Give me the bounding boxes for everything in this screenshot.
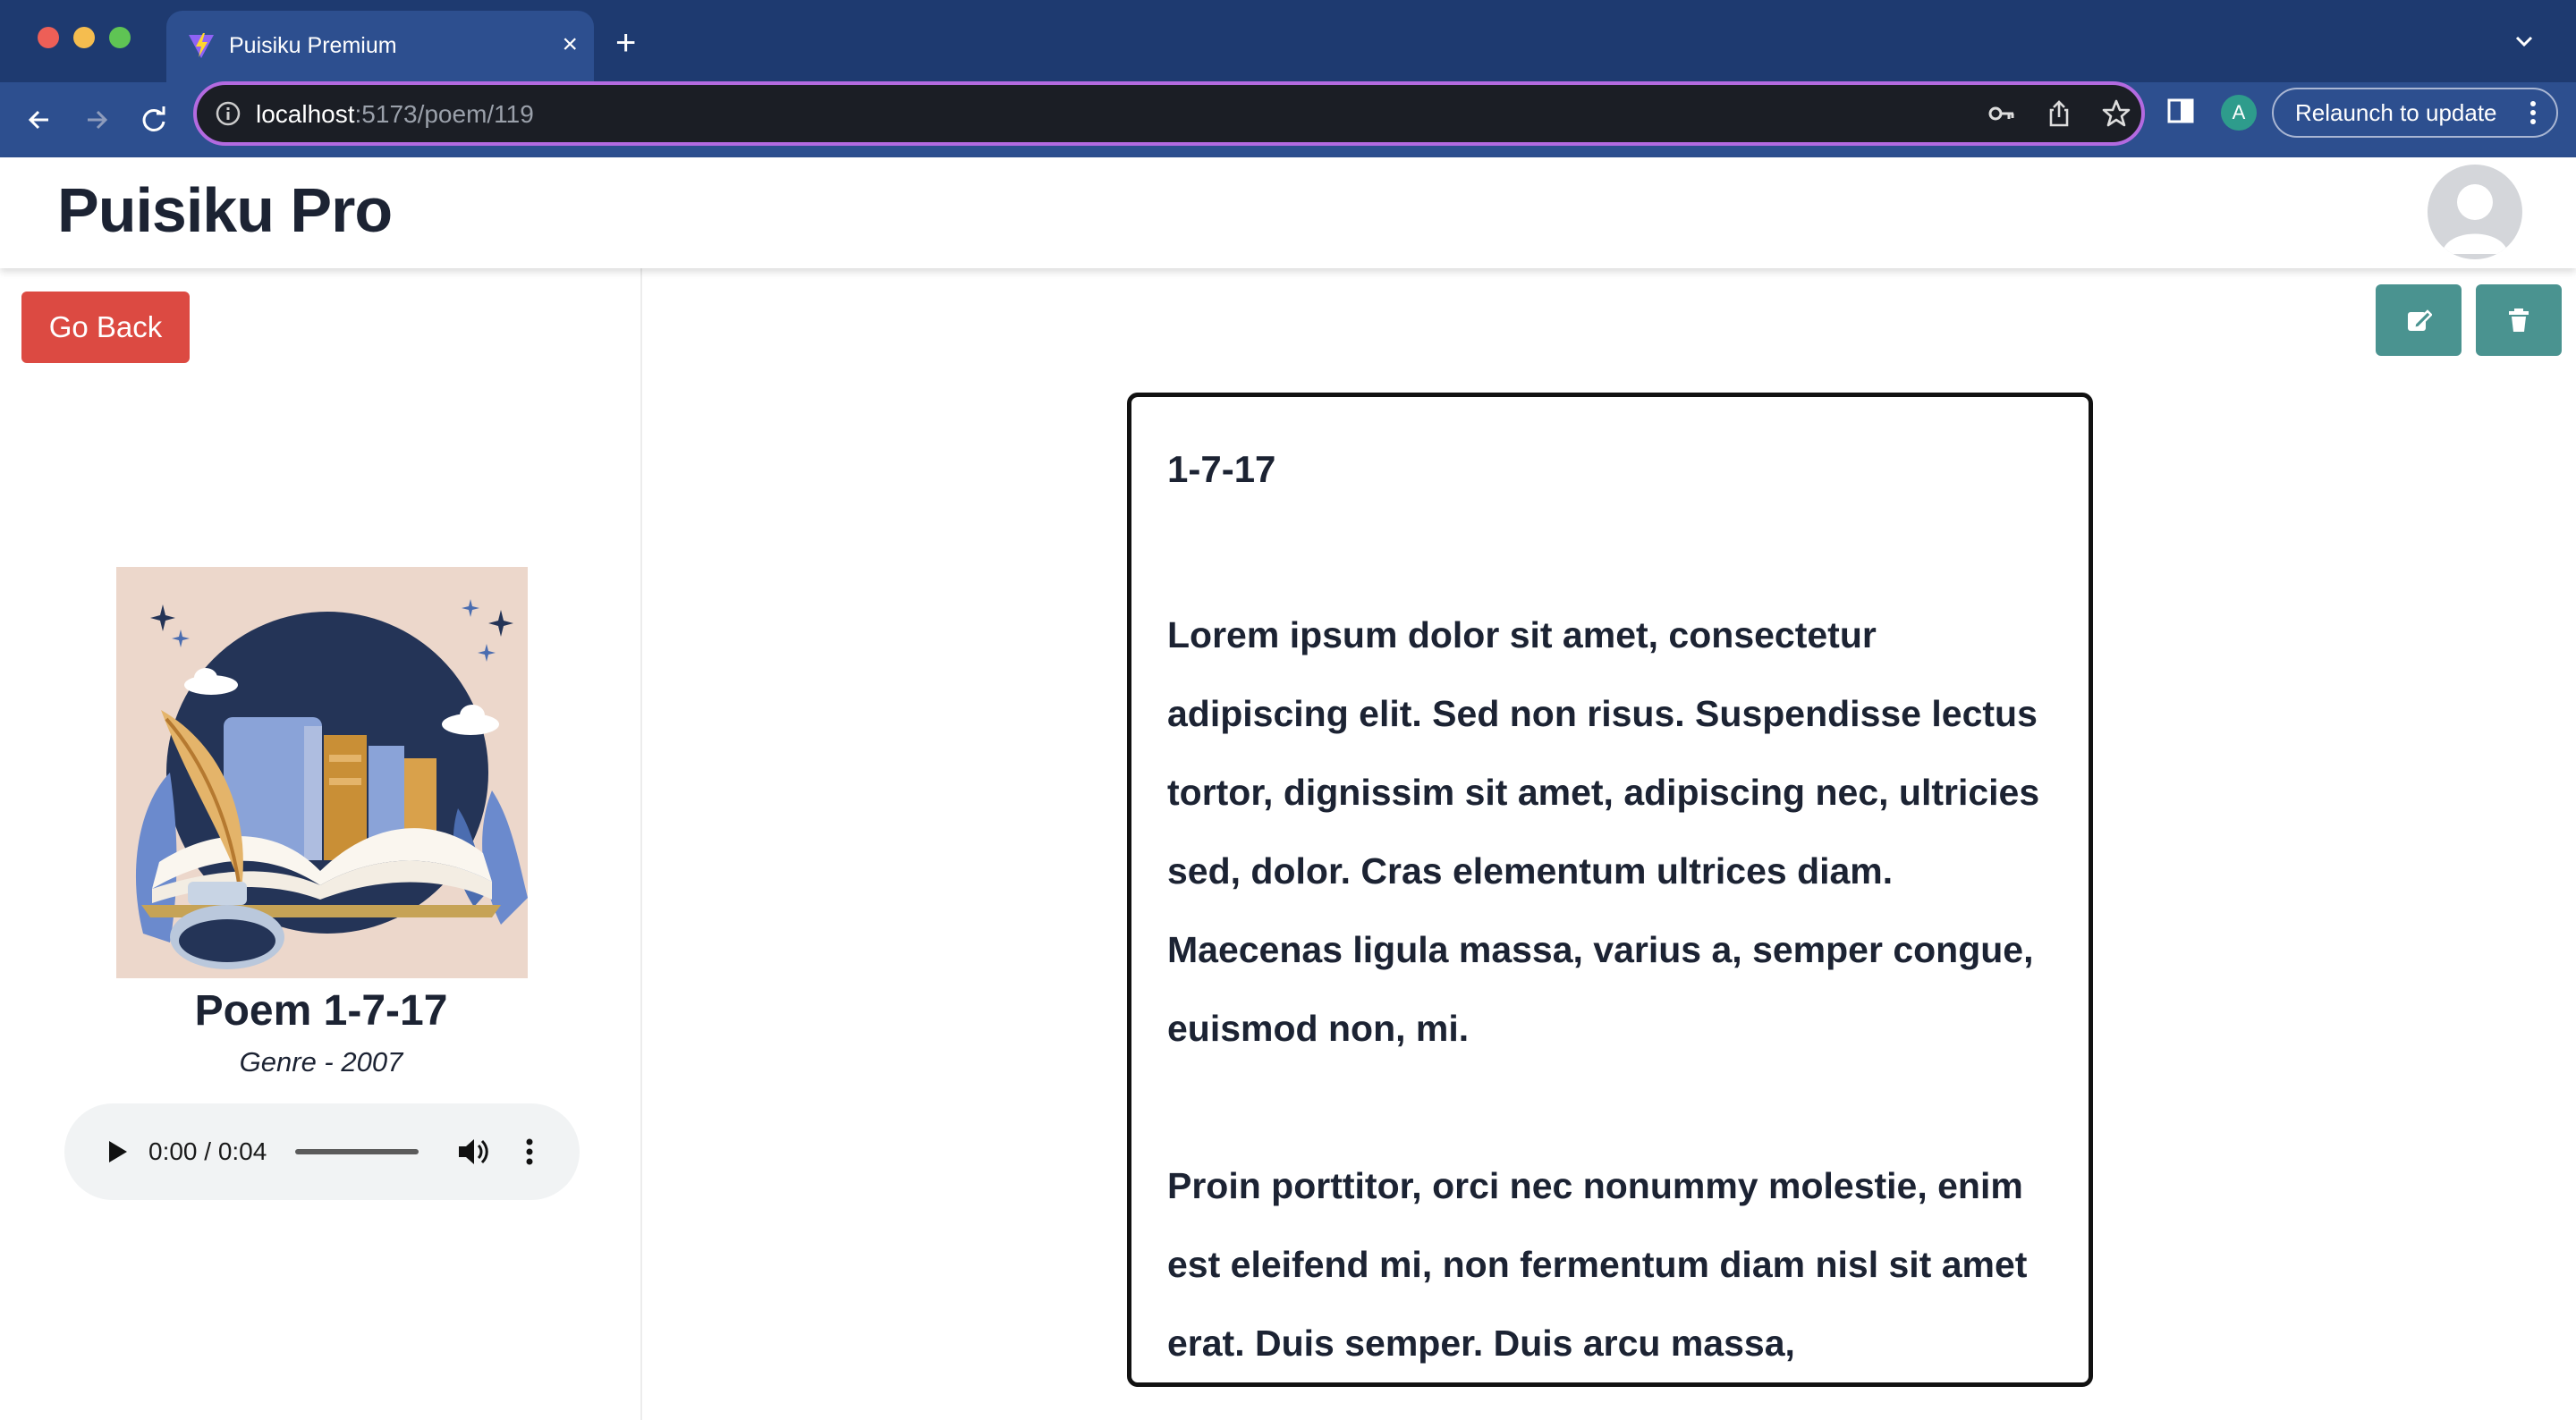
tab-close-icon[interactable]: × — [562, 29, 578, 61]
poem-title: 1-7-17 — [1167, 448, 1276, 490]
more-vertical-icon[interactable] — [2522, 98, 2544, 127]
tab-title: Puisiku Premium — [229, 33, 397, 58]
key-icon[interactable] — [1986, 97, 2018, 130]
side-panel-icon[interactable] — [2165, 95, 2197, 127]
browser-tab[interactable]: Puisiku Premium × — [166, 11, 594, 82]
forward-arrow-icon[interactable] — [79, 102, 114, 138]
minimize-window-button[interactable] — [73, 27, 95, 48]
poem-text-box: 1-7-17 Lorem ipsum dolor sit amet, conse… — [1127, 393, 2093, 1387]
address-bar[interactable]: localhost:5173/poem/119 — [193, 81, 2145, 146]
relaunch-label: Relaunch to update — [2295, 99, 2497, 126]
audio-time: 0:00 / 0:04 — [148, 1137, 267, 1165]
edit-icon — [2408, 309, 2432, 331]
maximize-window-button[interactable] — [109, 27, 131, 48]
poem-paragraph: Lorem ipsum dolor sit amet, consectetur … — [1167, 614, 2040, 1049]
audio-player: 0:00 / 0:04 — [64, 1103, 580, 1200]
poem-cover-image — [116, 567, 528, 978]
app-header: Puisiku Pro — [0, 157, 2576, 268]
bookmark-star-icon[interactable] — [2100, 97, 2132, 130]
chevron-down-icon[interactable] — [2512, 29, 2537, 54]
profile-avatar[interactable]: A — [2221, 95, 2257, 131]
play-icon[interactable] — [102, 1137, 131, 1166]
relaunch-button[interactable]: Relaunch to update — [2272, 88, 2558, 138]
audio-seek-slider[interactable] — [295, 1149, 419, 1154]
go-back-button[interactable]: Go Back — [21, 292, 190, 363]
reload-icon[interactable] — [136, 102, 172, 138]
back-arrow-icon[interactable] — [21, 102, 57, 138]
url-text: localhost:5173/poem/119 — [256, 100, 534, 128]
edit-poem-button[interactable] — [2376, 284, 2462, 356]
poem-sidebar: Go Back Poem 1-7-17 Genre - 2007 0:00 / … — [0, 268, 642, 1420]
volume-icon[interactable] — [456, 1136, 490, 1168]
new-tab-icon[interactable]: + — [615, 23, 636, 63]
delete-poem-button[interactable] — [2476, 284, 2562, 356]
share-icon[interactable] — [2043, 97, 2075, 130]
user-silhouette-icon — [2442, 184, 2508, 254]
poem-genre-year: Genre - 2007 — [239, 1046, 403, 1078]
user-avatar[interactable] — [2428, 165, 2522, 259]
close-window-button[interactable] — [38, 27, 59, 48]
more-options-icon[interactable] — [522, 1136, 537, 1168]
site-info-icon[interactable] — [215, 100, 242, 127]
poem-paragraph: Proin porttitor, orci nec nonummy molest… — [1167, 1165, 2028, 1364]
browser-tab-bar: Puisiku Premium × + — [0, 0, 2576, 82]
poem-content-area: 1-7-17 Lorem ipsum dolor sit amet, conse… — [644, 268, 2576, 1420]
app-title: Puisiku Pro — [57, 175, 393, 245]
vite-favicon-icon — [189, 33, 214, 58]
trash-icon — [2509, 309, 2529, 332]
poem-heading: Poem 1-7-17 — [194, 987, 448, 1035]
